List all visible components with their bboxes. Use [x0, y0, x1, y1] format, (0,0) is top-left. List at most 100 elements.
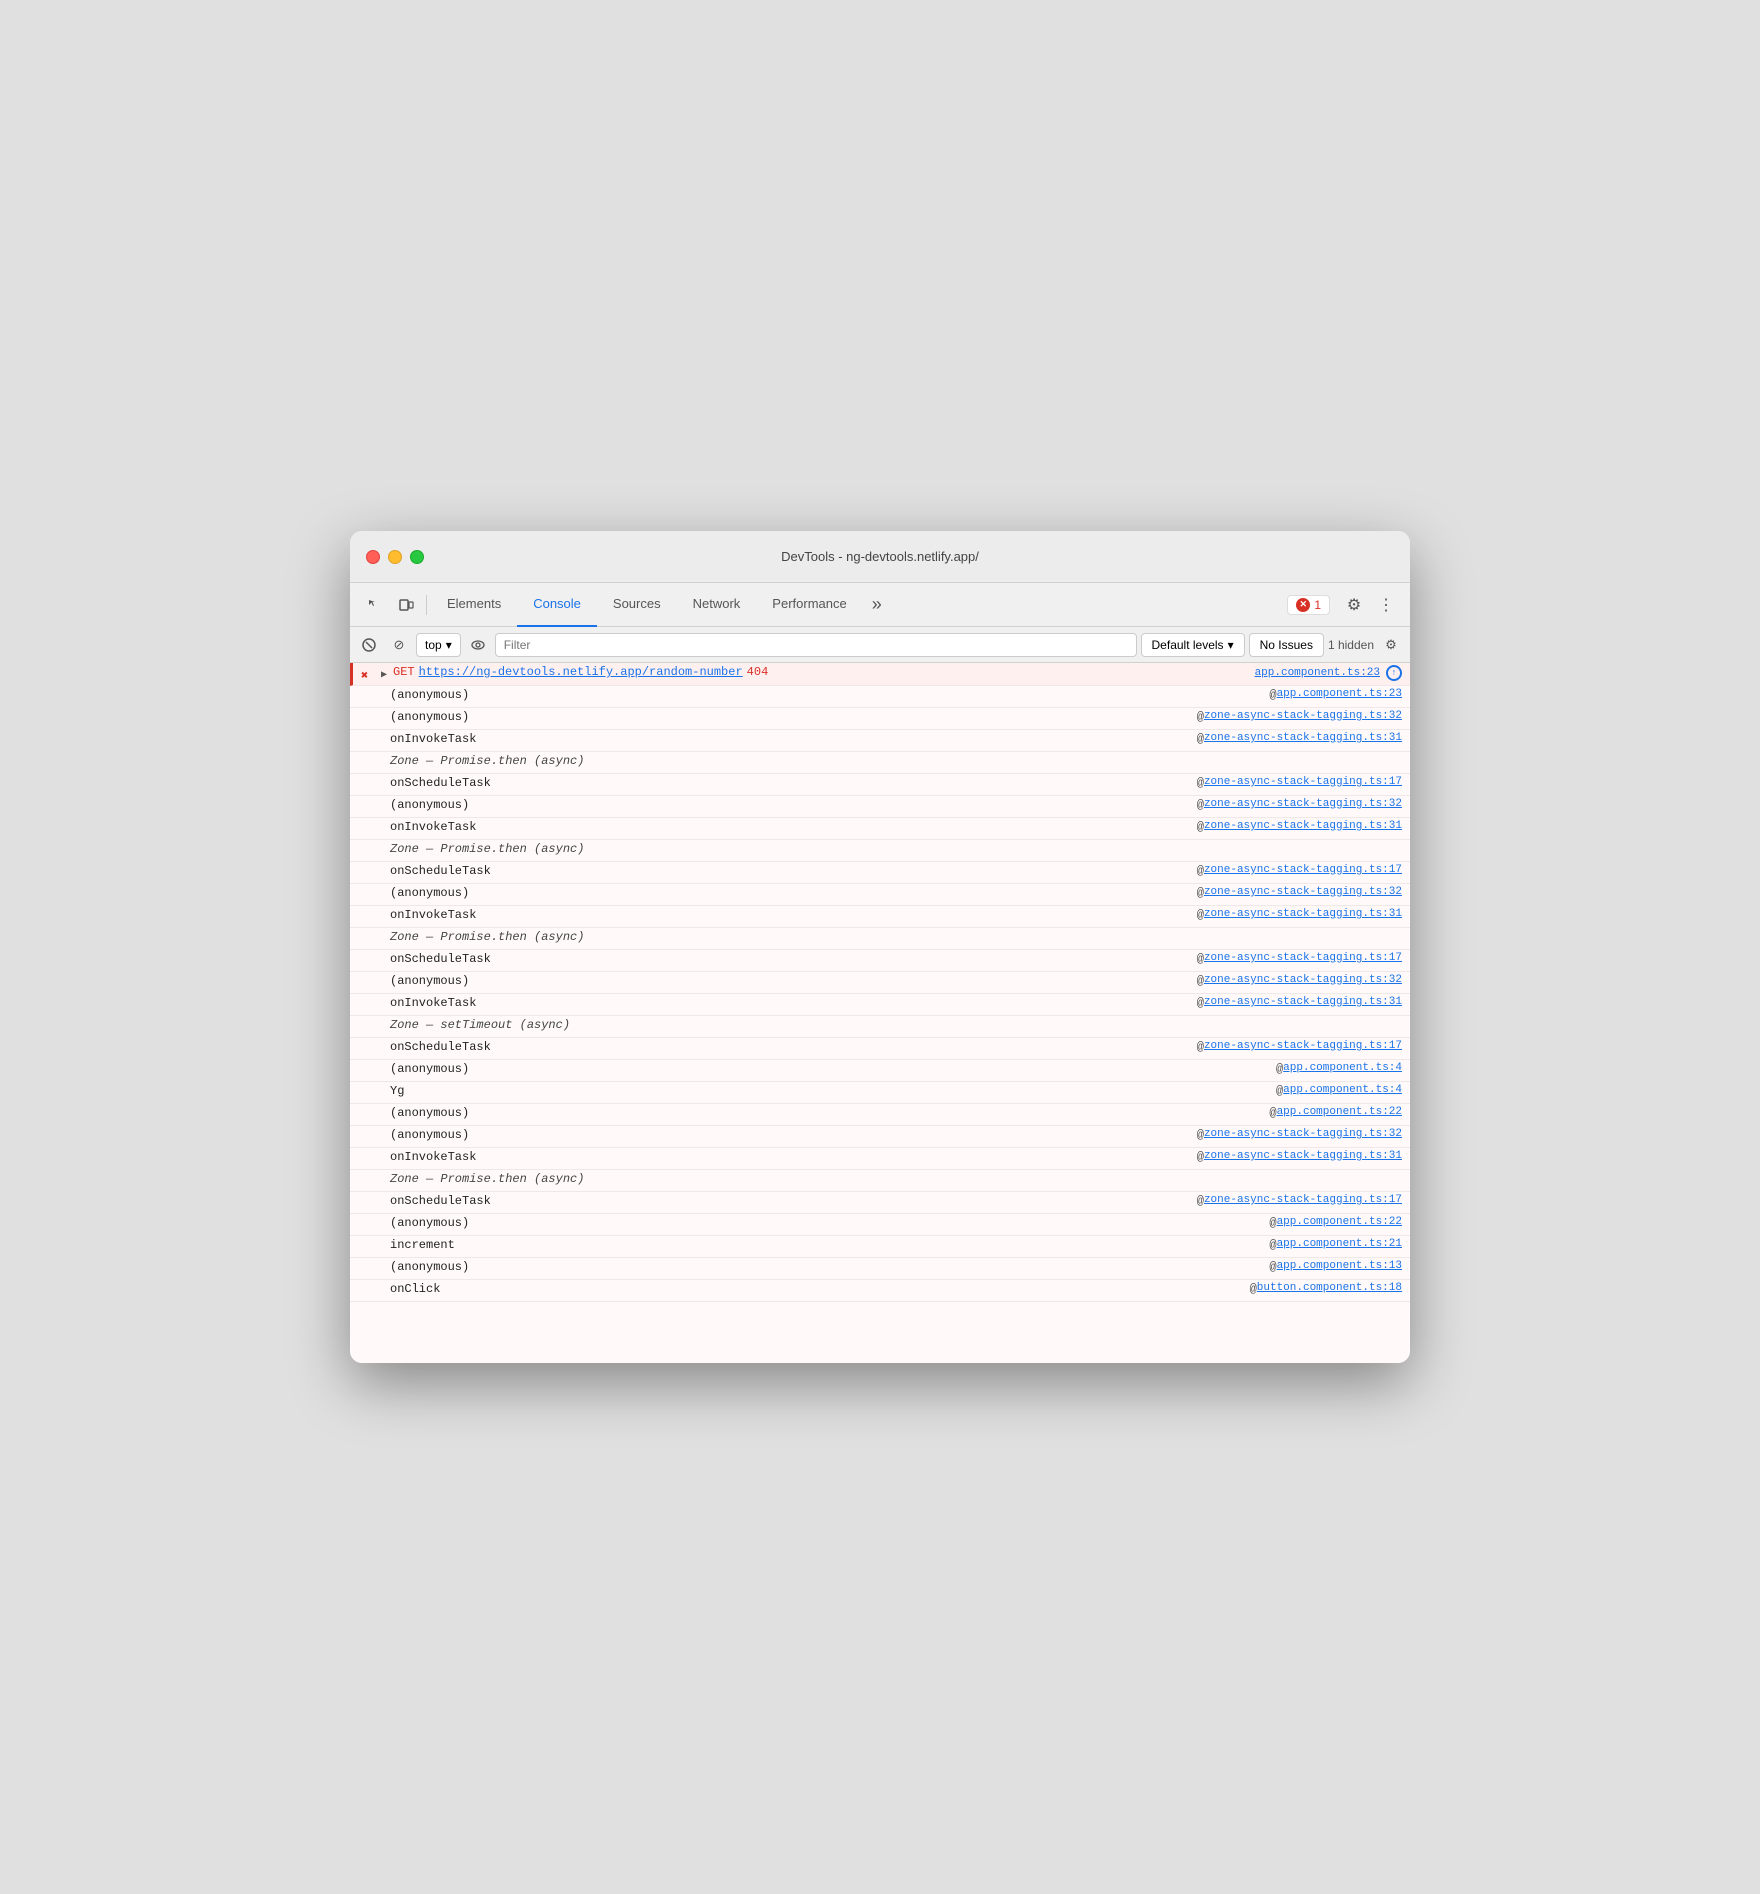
- source-link[interactable]: app.component.ts:22: [1277, 1216, 1402, 1228]
- window-title: DevTools - ng-devtools.netlify.app/: [781, 549, 979, 564]
- at-symbol: @: [1197, 952, 1204, 966]
- list-item: onInvokeTask @ zone-async-stack-tagging.…: [350, 730, 1410, 752]
- error-url[interactable]: https://ng-devtools.netlify.app/random-n…: [419, 665, 743, 679]
- console-toolbar: ⊘ top ▾ Default levels ▾ No Issues 1 hid…: [350, 627, 1410, 663]
- list-item: onInvokeTask @ zone-async-stack-tagging.…: [350, 818, 1410, 840]
- source-link[interactable]: zone-async-stack-tagging.ts:31: [1204, 732, 1402, 744]
- list-item: (anonymous) @ app.component.ts:4: [350, 1060, 1410, 1082]
- list-item: (anonymous) @ app.component.ts:13: [350, 1258, 1410, 1280]
- at-symbol: @: [1269, 1260, 1276, 1274]
- at-symbol: @: [1276, 1084, 1283, 1098]
- device-toggle-button[interactable]: [390, 589, 422, 621]
- source-link[interactable]: zone-async-stack-tagging.ts:31: [1204, 820, 1402, 832]
- at-symbol: @: [1269, 1216, 1276, 1230]
- error-entry-main: ✖ ▶ GET https://ng-devtools.netlify.app/…: [350, 663, 1410, 686]
- list-item: onClick @ button.component.ts:18: [350, 1280, 1410, 1302]
- source-link[interactable]: zone-async-stack-tagging.ts:32: [1204, 974, 1402, 986]
- async-label: Zone — Promise.then (async): [390, 930, 584, 944]
- console-output: ✖ ▶ GET https://ng-devtools.netlify.app/…: [350, 663, 1410, 1363]
- list-item: increment @ app.component.ts:21: [350, 1236, 1410, 1258]
- at-symbol: @: [1197, 1150, 1204, 1164]
- source-link[interactable]: app.component.ts:4: [1283, 1084, 1402, 1096]
- console-settings-button[interactable]: ⚙: [1378, 632, 1404, 658]
- source-link[interactable]: app.component.ts:4: [1283, 1062, 1402, 1074]
- error-badge[interactable]: ✕ 1: [1287, 595, 1330, 615]
- list-item: Zone — Promise.then (async): [350, 840, 1410, 862]
- source-link[interactable]: zone-async-stack-tagging.ts:32: [1204, 798, 1402, 810]
- source-link[interactable]: zone-async-stack-tagging.ts:32: [1204, 886, 1402, 898]
- source-link[interactable]: app.component.ts:22: [1277, 1106, 1402, 1118]
- tab-console[interactable]: Console: [517, 583, 597, 627]
- stack-trace: (anonymous) @ app.component.ts:23 (anony…: [350, 686, 1410, 1302]
- at-symbol: @: [1276, 1062, 1283, 1076]
- expand-arrow[interactable]: ▶: [381, 665, 393, 681]
- list-item: Zone — Promise.then (async): [350, 1170, 1410, 1192]
- list-item: onScheduleTask @ zone-async-stack-taggin…: [350, 1038, 1410, 1060]
- source-link[interactable]: app.component.ts:13: [1277, 1260, 1402, 1272]
- list-item: Zone — Promise.then (async): [350, 928, 1410, 950]
- list-item: onScheduleTask @ zone-async-stack-taggin…: [350, 950, 1410, 972]
- source-link[interactable]: app.component.ts:23: [1277, 688, 1402, 700]
- entry-text: (anonymous): [390, 974, 469, 988]
- source-link[interactable]: zone-async-stack-tagging.ts:31: [1204, 996, 1402, 1008]
- close-button[interactable]: [366, 550, 380, 564]
- context-selector[interactable]: top ▾: [416, 633, 461, 657]
- source-link[interactable]: zone-async-stack-tagging.ts:32: [1204, 1128, 1402, 1140]
- source-link[interactable]: zone-async-stack-tagging.ts:31: [1204, 908, 1402, 920]
- async-label: Zone — Promise.then (async): [390, 842, 584, 856]
- error-count: 1: [1314, 598, 1321, 612]
- source-link[interactable]: app.component.ts:21: [1277, 1238, 1402, 1250]
- entry-text: onScheduleTask: [390, 776, 491, 790]
- source-link[interactable]: zone-async-stack-tagging.ts:17: [1204, 864, 1402, 876]
- source-link-main[interactable]: app.component.ts:23: [1255, 667, 1380, 679]
- at-symbol: @: [1269, 1238, 1276, 1252]
- source-link[interactable]: zone-async-stack-tagging.ts:32: [1204, 710, 1402, 722]
- entry-text: onInvokeTask: [390, 1150, 476, 1164]
- status-code: 404: [747, 665, 769, 679]
- tab-divider: [426, 595, 427, 615]
- tab-performance[interactable]: Performance: [756, 583, 862, 627]
- issues-button[interactable]: No Issues: [1249, 633, 1324, 657]
- tab-network[interactable]: Network: [677, 583, 757, 627]
- http-method: GET: [393, 665, 415, 679]
- settings-button[interactable]: ⚙: [1338, 589, 1370, 621]
- tab-sources[interactable]: Sources: [597, 583, 677, 627]
- filter-input[interactable]: [495, 633, 1137, 657]
- source-link[interactable]: zone-async-stack-tagging.ts:31: [1204, 1150, 1402, 1162]
- eye-button[interactable]: [465, 632, 491, 658]
- at-symbol: @: [1197, 886, 1204, 900]
- at-symbol: @: [1197, 798, 1204, 812]
- hidden-count: 1 hidden: [1328, 638, 1374, 652]
- source-link[interactable]: zone-async-stack-tagging.ts:17: [1204, 776, 1402, 788]
- clear-console-button[interactable]: [356, 632, 382, 658]
- source-link[interactable]: zone-async-stack-tagging.ts:17: [1204, 1194, 1402, 1206]
- source-link[interactable]: button.component.ts:18: [1257, 1282, 1402, 1294]
- entry-text: Yg: [390, 1084, 404, 1098]
- context-value: top: [425, 638, 442, 652]
- entry-text: onScheduleTask: [390, 1194, 491, 1208]
- source-link[interactable]: zone-async-stack-tagging.ts:17: [1204, 1040, 1402, 1052]
- more-options-button[interactable]: ⋮: [1370, 589, 1402, 621]
- more-tabs-button[interactable]: »: [863, 591, 891, 619]
- tab-elements[interactable]: Elements: [431, 583, 517, 627]
- block-requests-button[interactable]: ⊘: [386, 632, 412, 658]
- entry-text: (anonymous): [390, 710, 469, 724]
- entry-text: (anonymous): [390, 688, 469, 702]
- at-symbol: @: [1197, 908, 1204, 922]
- list-item: Zone — Promise.then (async): [350, 752, 1410, 774]
- at-symbol: @: [1269, 688, 1276, 702]
- list-item: (anonymous) @ zone-async-stack-tagging.t…: [350, 708, 1410, 730]
- minimize-button[interactable]: [388, 550, 402, 564]
- upload-icon[interactable]: ↑: [1386, 665, 1402, 681]
- source-link[interactable]: zone-async-stack-tagging.ts:17: [1204, 952, 1402, 964]
- list-item: Zone — setTimeout (async): [350, 1016, 1410, 1038]
- async-label: Zone — Promise.then (async): [390, 754, 584, 768]
- entry-text: (anonymous): [390, 886, 469, 900]
- inspect-element-button[interactable]: [358, 589, 390, 621]
- list-item: (anonymous) @ app.component.ts:23: [350, 686, 1410, 708]
- entry-text: onInvokeTask: [390, 732, 476, 746]
- at-symbol: @: [1197, 974, 1204, 988]
- log-levels-selector[interactable]: Default levels ▾: [1141, 633, 1245, 657]
- maximize-button[interactable]: [410, 550, 424, 564]
- list-item: onInvokeTask @ zone-async-stack-tagging.…: [350, 906, 1410, 928]
